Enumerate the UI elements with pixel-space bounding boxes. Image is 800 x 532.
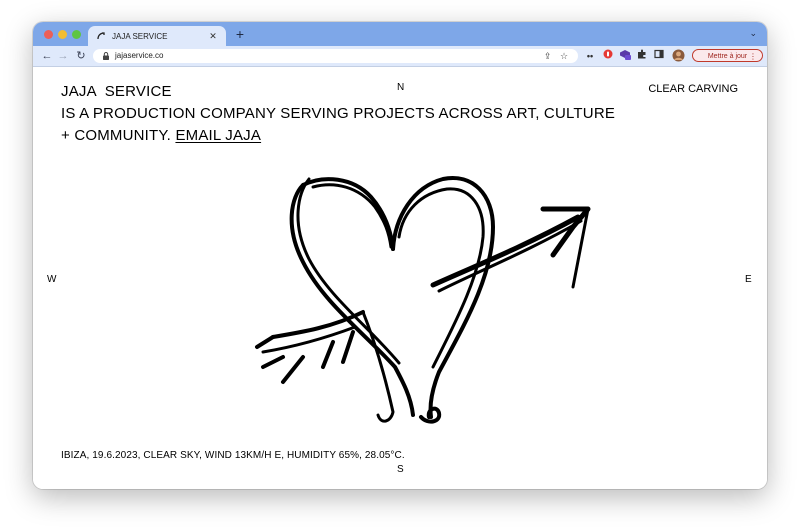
browser-toolbar: ← → ↻ jajaservice.co ⇪ ☆ •• Mettre à jou…: [33, 46, 767, 67]
compass-east: E: [745, 274, 752, 285]
profile-avatar[interactable]: [671, 49, 685, 63]
share-icon[interactable]: ⇪: [544, 50, 552, 62]
close-window-button[interactable]: [44, 30, 53, 39]
extension-dots-icon[interactable]: ••: [583, 49, 597, 63]
back-button[interactable]: ←: [39, 48, 55, 64]
tagline: IS A PRODUCTION COMPANY SERVING PROJECTS…: [61, 105, 616, 144]
brand-name: JAJA SERVICE: [61, 83, 172, 100]
tab-search-chevron-icon[interactable]: ⌄: [749, 28, 757, 39]
minimize-window-button[interactable]: [58, 30, 67, 39]
tab-jaja-service[interactable]: JAJA SERVICE ✕: [88, 26, 226, 46]
site-favicon-icon: [96, 31, 106, 41]
clear-carving-link[interactable]: CLEAR CARVING: [648, 83, 738, 95]
update-button-label: Mettre à jour: [707, 53, 748, 60]
tab-title: JAJA SERVICE: [112, 31, 168, 41]
bookmark-star-icon[interactable]: ☆: [560, 50, 568, 62]
weather-line: IBIZA, 19.6.2023, CLEAR SKY, WIND 13KM/H…: [61, 450, 405, 461]
lock-icon: [103, 52, 109, 60]
compass-south: S: [397, 464, 404, 475]
compass-west: W: [47, 274, 57, 285]
puzzle-extensions-icon[interactable]: [635, 49, 649, 63]
adblock-extension-icon[interactable]: [601, 49, 615, 63]
forward-button[interactable]: →: [55, 48, 71, 64]
compass-north: N: [397, 82, 405, 93]
update-browser-button[interactable]: Mettre à jour ⋮: [692, 49, 763, 62]
url-text: jajaservice.co: [115, 51, 164, 60]
extension-badge-icon[interactable]: [618, 49, 632, 63]
browser-window: JAJA SERVICE ✕ + ⌄ ← → ↻ jajaservice.co …: [33, 22, 767, 489]
intro-text: JAJA SERVICE IS A PRODUCTION COMPANY SER…: [61, 81, 621, 147]
reload-button[interactable]: ↻: [73, 48, 89, 64]
new-tab-button[interactable]: +: [232, 26, 248, 42]
address-bar[interactable]: jajaservice.co ⇪ ☆: [93, 49, 578, 63]
heart-with-arrow-icon: [255, 176, 591, 424]
fullscreen-window-button[interactable]: [72, 30, 81, 39]
tab-close-icon[interactable]: ✕: [206, 31, 220, 42]
side-panel-icon[interactable]: [652, 49, 666, 63]
web-page: JAJA SERVICE IS A PRODUCTION COMPANY SER…: [33, 67, 767, 489]
email-jaja-link[interactable]: EMAIL JAJA: [175, 127, 261, 144]
more-menu-icon[interactable]: ⋮: [749, 50, 757, 63]
tab-strip: JAJA SERVICE ✕ + ⌄: [33, 22, 767, 46]
